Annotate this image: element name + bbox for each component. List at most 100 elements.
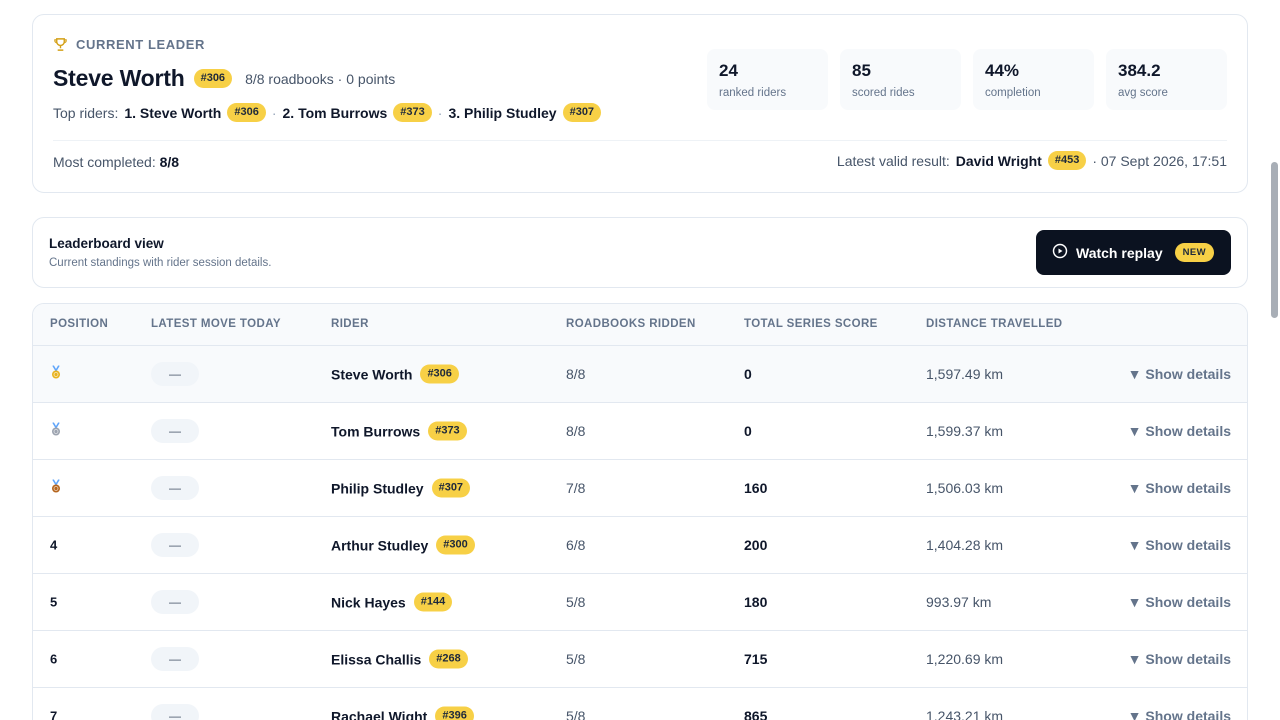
rider-bib-badge: #396 [435, 706, 474, 720]
distance-travelled: 993.97 km [926, 594, 992, 610]
table-row[interactable]: — Tom Burrows #373 8/8 0 1,599.37 km ▼ Show de… [33, 403, 1247, 460]
top-rider-1[interactable]: 1. Steve Worth [124, 105, 221, 121]
stat-label: avg score [1118, 87, 1168, 99]
leaderboard-view-subtitle: Current standings with rider session det… [49, 257, 272, 269]
rider-name[interactable]: Tom Burrows [331, 423, 420, 439]
rider-bib-badge: #268 [429, 649, 468, 669]
stat-value: 85 [852, 61, 871, 80]
rider-bib-badge: #300 [436, 535, 475, 555]
rider-name[interactable]: Elissa Challis [331, 651, 421, 667]
latest-move-pill: — [151, 590, 199, 614]
distance-travelled: 1,599.37 km [926, 423, 1004, 439]
table-row[interactable]: — Philip Studley #307 7/8 160 1,506.03 km ▼ Sh… [33, 460, 1247, 517]
table-row[interactable]: 6 — Elissa Challis #268 5/8 715 1,220.69 km ▼ S… [33, 631, 1247, 688]
gold-medal-icon [50, 365, 62, 383]
distance-travelled: 1,404.28 km [926, 537, 1004, 553]
show-details-button[interactable]: ▼ Show details [1128, 423, 1231, 439]
latest-move-pill: — [151, 704, 199, 720]
most-completed-value: 8/8 [159, 154, 180, 170]
rider-bib-badge: #306 [420, 364, 459, 384]
most-completed-label: Most completed: [53, 154, 156, 170]
latest-rider-name[interactable]: David Wright [956, 153, 1042, 169]
rider-name[interactable]: Rachael Wight [331, 708, 427, 720]
rider-name[interactable]: Nick Hayes [331, 594, 406, 610]
roadbooks-ridden: 5/8 [566, 594, 586, 610]
stats-row: 24 ranked riders 85 scored rides 44% com… [707, 49, 1227, 110]
header-position[interactable]: POSITION [50, 318, 108, 330]
top-rider-3[interactable]: 3. Philip Studley [448, 105, 556, 121]
stat-label: ranked riders [719, 87, 787, 99]
distance-travelled: 1,220.69 km [926, 651, 1004, 667]
latest-label: Latest valid result: [836, 152, 950, 169]
position: 7 [50, 708, 58, 720]
top-rider-2-bib: #373 [393, 103, 432, 122]
show-details-button[interactable]: ▼ Show details [1128, 537, 1231, 553]
leader-meta: 8/8 roadbooks · 0 points [245, 70, 396, 87]
show-details-button[interactable]: ▼ Show details [1128, 480, 1231, 496]
current-leader-label: CURRENT LEADER [76, 37, 206, 52]
distance-travelled: 1,506.03 km [926, 480, 1004, 496]
separator: · [437, 104, 443, 121]
rider-name[interactable]: Steve Worth [331, 366, 412, 382]
stat-label: scored rides [852, 87, 915, 99]
leaderboard-view-title: Leaderboard view [49, 236, 164, 251]
show-details-button[interactable]: ▼ Show details [1128, 708, 1231, 720]
total-series-score: 0 [744, 423, 752, 439]
show-details-button[interactable]: ▼ Show details [1128, 594, 1231, 610]
table-row[interactable]: 5 — Nick Hayes #144 5/8 180 993.97 km ▼ Show de… [33, 574, 1247, 631]
trophy-icon [53, 37, 68, 52]
rider-cell: Rachael Wight #396 [331, 706, 474, 720]
rider-bib-badge: #307 [431, 478, 471, 498]
table-row[interactable]: — Steve Worth #306 8/8 0 1,597.49 km ▼ Show de… [33, 346, 1247, 403]
distance-travelled: 1,597.49 km [926, 366, 1004, 382]
table-row[interactable]: 7 — Rachael Wight #396 5/8 865 1,243.21 km ▼ Sh… [33, 688, 1247, 720]
header-rider[interactable]: RIDER [331, 318, 369, 330]
position: 6 [50, 651, 58, 667]
rider-cell: Nick Hayes #144 [331, 592, 453, 612]
rider-bib-badge: #144 [413, 592, 453, 612]
rider-name[interactable]: Philip Studley [331, 480, 424, 496]
header-distance[interactable]: DISTANCE TRAVELLED [926, 318, 1062, 330]
total-series-score: 715 [744, 651, 768, 667]
rider-cell: Steve Worth #306 [331, 364, 459, 384]
show-details-button[interactable]: ▼ Show details [1128, 366, 1231, 382]
latest-move-pill: — [151, 647, 199, 671]
current-leader-tag: CURRENT LEADER [53, 37, 205, 52]
roadbooks-ridden: 7/8 [566, 480, 586, 496]
separator: · [271, 104, 277, 121]
top-rider-1-bib: #306 [227, 103, 266, 122]
stat-ranked-riders: 24 ranked riders [707, 49, 828, 110]
rider-name[interactable]: Arthur Studley [331, 537, 428, 553]
scrollbar-thumb[interactable] [1271, 162, 1278, 318]
top-rider-2[interactable]: 2. Tom Burrows [283, 105, 388, 121]
leader-name-row: Steve Worth #306 8/8 roadbooks · 0 point… [53, 65, 395, 92]
watch-replay-button[interactable]: Watch replay NEW [1036, 230, 1231, 275]
total-series-score: 180 [744, 594, 768, 610]
header-latest-move[interactable]: LATEST MOVE TODAY [151, 318, 281, 330]
table-row[interactable]: 4 — Arthur Studley #300 6/8 200 1,404.28 km ▼ S… [33, 517, 1247, 574]
stat-scored-rides: 85 scored rides [840, 49, 961, 110]
roadbooks-ridden: 5/8 [566, 708, 586, 720]
stat-avg-score: 384.2 avg score [1106, 49, 1227, 110]
stat-value: 44% [985, 61, 1020, 80]
latest-rider-bib: #453 [1047, 151, 1087, 170]
silver-medal-icon [50, 422, 62, 440]
bronze-medal-icon [50, 479, 62, 497]
current-leader-card: CURRENT LEADER Steve Worth #306 8/8 road… [32, 14, 1248, 193]
new-badge: NEW [1174, 243, 1214, 262]
stat-label: completion [985, 87, 1041, 99]
header-total-score[interactable]: TOTAL SERIES SCORE [744, 318, 878, 330]
top-riders-label: Top riders: [53, 104, 119, 121]
position: 5 [50, 594, 58, 610]
roadbooks-ridden: 8/8 [566, 423, 586, 439]
leaderboard-table: POSITION LATEST MOVE TODAY RIDER ROADBOO… [32, 303, 1248, 720]
latest-move-pill: — [151, 419, 199, 443]
rider-cell: Arthur Studley #300 [331, 535, 475, 555]
latest-valid-result: Latest valid result: David Wright #453 ·… [837, 151, 1227, 170]
header-roadbooks[interactable]: ROADBOOKS RIDDEN [566, 318, 696, 330]
distance-travelled: 1,243.21 km [926, 708, 1004, 720]
show-details-button[interactable]: ▼ Show details [1128, 651, 1231, 667]
latest-move-pill: — [151, 476, 199, 500]
leader-name: Steve Worth [53, 65, 185, 91]
watch-replay-label: Watch replay [1076, 244, 1163, 261]
